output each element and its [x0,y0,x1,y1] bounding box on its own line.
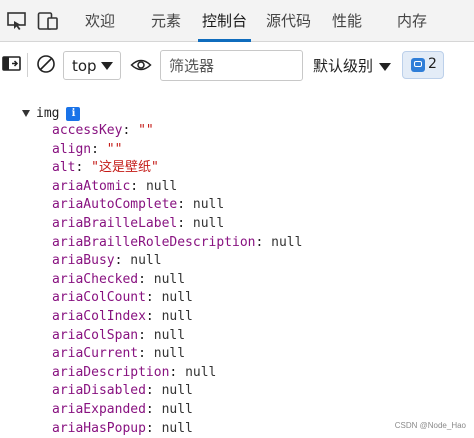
property-row[interactable]: ariaBrailleRoleDescription: null [52,234,302,252]
property-row[interactable]: ariaDisabled: null [52,382,193,400]
property-separator: : [91,141,107,157]
property-separator: : [122,123,139,138]
property-key: ariaExpanded [52,402,146,417]
context-selector[interactable]: top [63,51,121,80]
property-row[interactable]: align: "" [52,141,122,159]
property-key: ariaColCount [52,290,146,306]
sidebar-toggle-icon[interactable] [2,55,22,77]
property-value: null [161,383,193,399]
property-value: null [145,178,178,194]
property-value: null [192,216,225,231]
property-separator: : [169,364,186,380]
property-row[interactable]: ariaBrailleLabel: null [52,215,224,233]
property-row[interactable]: ariaDescription: null [52,364,216,382]
object-name: img [36,106,60,121]
issue-icon [411,58,425,72]
property-value: null [192,197,225,213]
eye-icon[interactable] [130,57,152,77]
property-separator: : [138,271,154,287]
property-key: ariaAtomic [52,178,131,194]
tab-sources[interactable]: 源代码 [266,0,311,42]
property-key: ariaAutoComplete [52,197,178,213]
property-value: null [161,290,193,306]
property-separator: : [255,234,272,250]
property-separator: : [130,178,146,194]
property-key: alt [52,160,76,176]
property-key: accessKey [52,123,123,138]
property-row[interactable]: ariaHasPopup: null [52,420,193,438]
property-key: ariaChecked [52,271,139,287]
property-value: null [153,327,186,343]
property-separator: : [145,383,162,399]
property-value: null [161,420,193,436]
property-key: ariaDescription [52,364,170,380]
log-levels-dropdown[interactable]: 默认级别 [313,55,392,76]
expand-triangle-icon[interactable] [22,110,30,117]
property-key: ariaBusy [52,253,115,269]
property-value: "这是壁纸" [91,160,159,176]
property-key: ariaDisabled [52,383,146,399]
property-separator: : [145,420,162,436]
property-row[interactable]: accessKey: "" [52,122,154,140]
property-key: ariaColIndex [52,309,146,324]
property-separator: : [145,309,162,324]
property-row[interactable]: alt: "这是壁纸" [52,159,159,177]
object-header[interactable]: img i [22,104,81,124]
property-value: null [161,309,193,324]
property-value: null [185,364,217,380]
property-row[interactable]: ariaColCount: null [52,289,193,307]
property-separator: : [145,402,162,417]
property-value: null [271,234,303,250]
chevron-down-icon [101,62,113,70]
property-key: ariaBrailleRoleDescription [52,234,256,250]
property-separator: : [177,216,193,231]
property-row[interactable]: ariaExpanded: null [52,401,193,419]
tab-elements[interactable]: 元素 [151,0,181,42]
property-key: align [52,141,92,157]
property-row[interactable]: ariaCurrent: null [52,345,185,363]
screencast-icon[interactable] [6,11,28,31]
property-row[interactable]: ariaColSpan: null [52,327,185,345]
property-row[interactable]: ariaChecked: null [52,271,185,289]
log-levels-label: 默认级别 [313,57,374,75]
property-value: null [153,271,186,287]
property-separator: : [114,253,131,269]
property-key: ariaBrailleLabel [52,216,178,231]
filter-input[interactable] [167,51,296,80]
watermark: CSDN @Node_Hao [394,421,466,430]
property-row[interactable]: ariaColIndex: null [52,308,193,326]
property-row[interactable]: ariaBusy: null [52,252,162,270]
property-key: ariaColSpan [52,327,139,343]
filter-field[interactable] [160,50,303,81]
property-value: "" [106,141,123,157]
devtools-tab-bar: 欢迎 元素 控制台 源代码 性能 内存 [0,0,474,42]
tab-memory[interactable]: 内存 [397,0,427,42]
property-value: "" [138,123,154,138]
property-separator: : [138,346,154,362]
console-output: img i accessKey: "" align: "" alt: "这是壁纸" ar… [0,88,474,436]
property-separator: : [145,290,162,306]
property-separator: : [75,160,92,176]
issues-counter-button[interactable]: 2 [402,51,444,79]
property-separator: : [177,197,193,213]
property-row[interactable]: ariaAtomic: null [52,178,177,196]
property-value: null [153,346,186,362]
property-value: null [161,402,193,417]
toolbar-divider [27,53,28,77]
property-key: ariaCurrent [52,346,139,362]
property-separator: : [138,327,154,343]
console-toolbar: top 默认级别 2 [0,43,474,87]
info-icon[interactable]: i [66,106,81,121]
chevron-down-icon [379,62,392,71]
property-key: ariaHasPopup [52,420,146,436]
clear-console-icon[interactable] [36,54,56,78]
context-value: top [72,57,97,75]
tab-performance[interactable]: 性能 [332,0,362,42]
tab-welcome[interactable]: 欢迎 [85,0,115,42]
tab-console[interactable]: 控制台 [197,0,252,42]
property-value: null [130,253,162,269]
issues-count: 2 [428,56,437,72]
property-row[interactable]: ariaAutoComplete: null [52,196,224,214]
device-emulation-icon[interactable] [37,11,59,31]
